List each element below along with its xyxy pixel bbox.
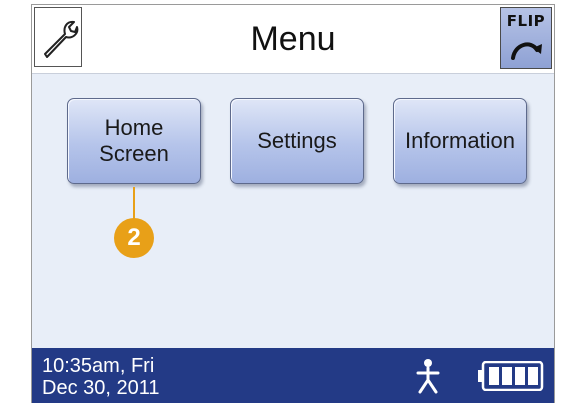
wrench-icon bbox=[44, 20, 79, 58]
home-screen-label: Home Screen bbox=[99, 115, 169, 166]
datetime: 10:35am, Fri Dec 30, 2011 bbox=[42, 355, 160, 399]
curved-arrow-icon bbox=[511, 42, 542, 60]
settings-button[interactable]: Settings bbox=[230, 98, 364, 184]
information-button[interactable]: Information bbox=[393, 98, 527, 184]
header-bar: Menu FLIP bbox=[32, 5, 554, 74]
settings-label: Settings bbox=[257, 128, 337, 153]
home-screen-button[interactable]: Home Screen bbox=[67, 98, 201, 184]
time-text: 10:35am, Fri bbox=[42, 355, 155, 377]
battery-icon bbox=[478, 361, 544, 391]
flip-button[interactable]: FLIP bbox=[500, 7, 552, 69]
page-title: Menu bbox=[250, 20, 336, 58]
callout-badge: 2 bbox=[114, 218, 154, 258]
person-icon bbox=[416, 359, 440, 394]
status-bar: 10:35am, Fri Dec 30, 2011 bbox=[32, 348, 554, 403]
information-label: Information bbox=[404, 128, 516, 153]
date-text: Dec 30, 2011 bbox=[42, 377, 160, 399]
flip-label: FLIP bbox=[506, 12, 546, 30]
tools-button[interactable] bbox=[34, 7, 82, 67]
device-screen: Menu FLIP Home Screen Settings Informati… bbox=[31, 4, 555, 403]
